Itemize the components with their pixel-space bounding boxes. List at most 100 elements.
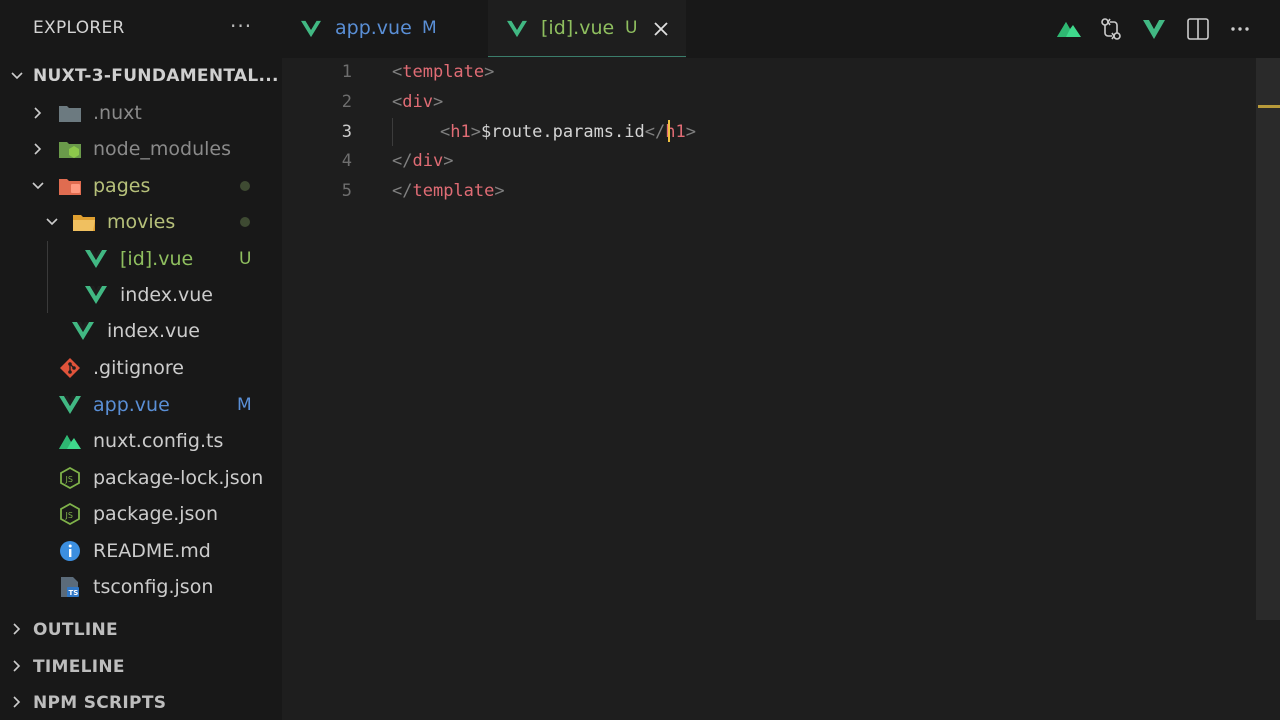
chevron-right-icon <box>13 696 21 708</box>
nuxt-devtools-icon[interactable] <box>1056 16 1082 42</box>
tab-id-vue[interactable]: [id].vue U <box>488 0 686 58</box>
line-number: 5 <box>341 181 352 201</box>
active-tab-indicator <box>488 56 686 57</box>
chevron-right-icon <box>13 660 21 672</box>
token-bracket: < <box>392 92 403 112</box>
folder-icon <box>59 106 81 122</box>
vue-icon <box>85 250 107 268</box>
project-name: NUXT-3-FUNDAMENTAL... <box>33 66 279 86</box>
tree-item-id-vue[interactable]: [id].vue U <box>0 241 282 277</box>
editor-tab-bar: app.vue M [id].vue U <box>282 0 1280 58</box>
tree-item-package-lock-json[interactable]: JS package-lock.json <box>0 460 282 496</box>
token-tag: template <box>412 181 495 201</box>
token-bracket: > <box>432 92 444 112</box>
line-number: 4 <box>341 151 352 171</box>
tree-item-node-modules-folder[interactable]: node_modules <box>0 131 282 167</box>
close-icon[interactable] <box>651 19 671 39</box>
svg-text:TS: TS <box>69 589 79 597</box>
tree-item-app-vue[interactable]: app.vue M <box>0 387 282 423</box>
token-bracket: > <box>494 181 505 201</box>
indent-guide <box>392 118 393 146</box>
token-bracket: < <box>392 62 403 82</box>
vue-icon <box>507 20 527 38</box>
explorer-title: EXPLORER <box>33 18 125 38</box>
tree-item-label: index.vue <box>120 284 213 306</box>
line-number: 2 <box>341 92 352 112</box>
change-dot <box>240 181 250 191</box>
tree-item-label: pages <box>93 175 151 197</box>
untracked-badge: U <box>625 18 638 38</box>
tree-item-label: node_modules <box>93 138 232 160</box>
code-line-1: <template> <box>392 62 494 82</box>
vue-icon <box>72 322 94 340</box>
vue-preview-icon[interactable] <box>1141 16 1167 42</box>
section-timeline[interactable]: TIMELINE <box>0 648 282 684</box>
tree-item-pages-index-vue[interactable]: index.vue <box>0 313 282 349</box>
tsconfig-icon: TS <box>61 577 79 597</box>
section-outline[interactable]: OUTLINE <box>0 611 282 647</box>
chevron-right-icon <box>13 623 21 635</box>
text-cursor <box>668 120 670 142</box>
more-actions-icon[interactable]: ··· <box>230 14 252 38</box>
token-tag: div <box>402 92 433 112</box>
tree-item-pages-folder[interactable]: pages <box>0 168 282 204</box>
chevron-down-icon <box>32 182 44 190</box>
project-folder-header[interactable]: NUXT-3-FUNDAMENTAL... <box>0 58 282 94</box>
token-bracket: > <box>685 122 696 142</box>
chevron-right-icon <box>34 143 42 155</box>
token-tag: h1 <box>450 122 471 142</box>
change-dot <box>240 217 250 227</box>
tree-item-readme[interactable]: README.md <box>0 533 282 569</box>
modified-badge: M <box>422 18 437 38</box>
folder-open-icon <box>73 215 95 231</box>
untracked-badge: U <box>239 249 252 269</box>
modified-badge: M <box>237 395 252 415</box>
token-bracket: > <box>470 122 481 142</box>
compare-changes-icon[interactable] <box>1098 16 1124 42</box>
nuxt-icon <box>59 435 81 449</box>
tree-item-label: nuxt.config.ts <box>93 430 224 452</box>
tree-item-nuxt-config[interactable]: nuxt.config.ts <box>0 423 282 459</box>
tree-item-label: package.json <box>93 503 219 525</box>
tree-item-tsconfig[interactable]: TS tsconfig.json <box>0 569 282 605</box>
svg-text:JS: JS <box>65 511 73 520</box>
line-number: 1 <box>341 62 352 82</box>
tree-item-nuxt-folder[interactable]: .nuxt <box>0 95 282 131</box>
explorer-header: EXPLORER ··· <box>0 0 282 58</box>
tree-item-label: README.md <box>93 540 211 562</box>
tree-item-label: .gitignore <box>93 357 184 379</box>
tree-item-movies-folder[interactable]: movies <box>0 204 282 240</box>
editor-scrollbar[interactable] <box>1256 58 1280 620</box>
tree-item-movies-index-vue[interactable]: index.vue <box>0 277 282 313</box>
tree-item-package-json[interactable]: JS package.json <box>0 496 282 532</box>
chevron-right-icon <box>34 107 42 119</box>
vue-icon <box>301 20 321 38</box>
tab-label: [id].vue <box>541 17 615 39</box>
code-editor[interactable]: 1 2 3 4 5 <template> <div> <h1>$route.pa… <box>282 58 1280 720</box>
chevron-down-icon <box>11 72 23 80</box>
token-bracket: </ <box>644 122 666 142</box>
nodejs-icon: JS <box>60 503 80 525</box>
tree-item-label: tsconfig.json <box>93 576 214 598</box>
section-npm-scripts[interactable]: NPM SCRIPTS <box>0 684 282 720</box>
section-label: OUTLINE <box>33 620 118 640</box>
explorer-sidebar: EXPLORER ··· NUXT-3-FUNDAMENTAL... .nuxt… <box>0 0 282 720</box>
split-editor-icon[interactable] <box>1185 16 1211 42</box>
code-line-5: </template> <box>392 181 505 201</box>
nodejs-icon: JS <box>60 467 80 489</box>
tab-label: app.vue <box>335 17 412 39</box>
chevron-down-icon <box>46 218 58 226</box>
info-icon <box>60 541 80 561</box>
tab-app-vue[interactable]: app.vue M <box>282 0 487 58</box>
scrollbar-cursor-marker <box>1258 105 1280 108</box>
tree-item-gitignore[interactable]: .gitignore <box>0 350 282 386</box>
token-bracket: < <box>440 122 451 142</box>
token-bracket: > <box>484 62 495 82</box>
tree-item-label: .nuxt <box>93 102 142 124</box>
token-bracket: > <box>443 151 454 171</box>
vue-icon <box>59 396 81 414</box>
tree-item-label: [id].vue <box>120 248 194 270</box>
more-actions-icon[interactable] <box>1227 16 1253 42</box>
token-bracket: </ <box>392 181 413 201</box>
section-label: TIMELINE <box>33 657 125 677</box>
